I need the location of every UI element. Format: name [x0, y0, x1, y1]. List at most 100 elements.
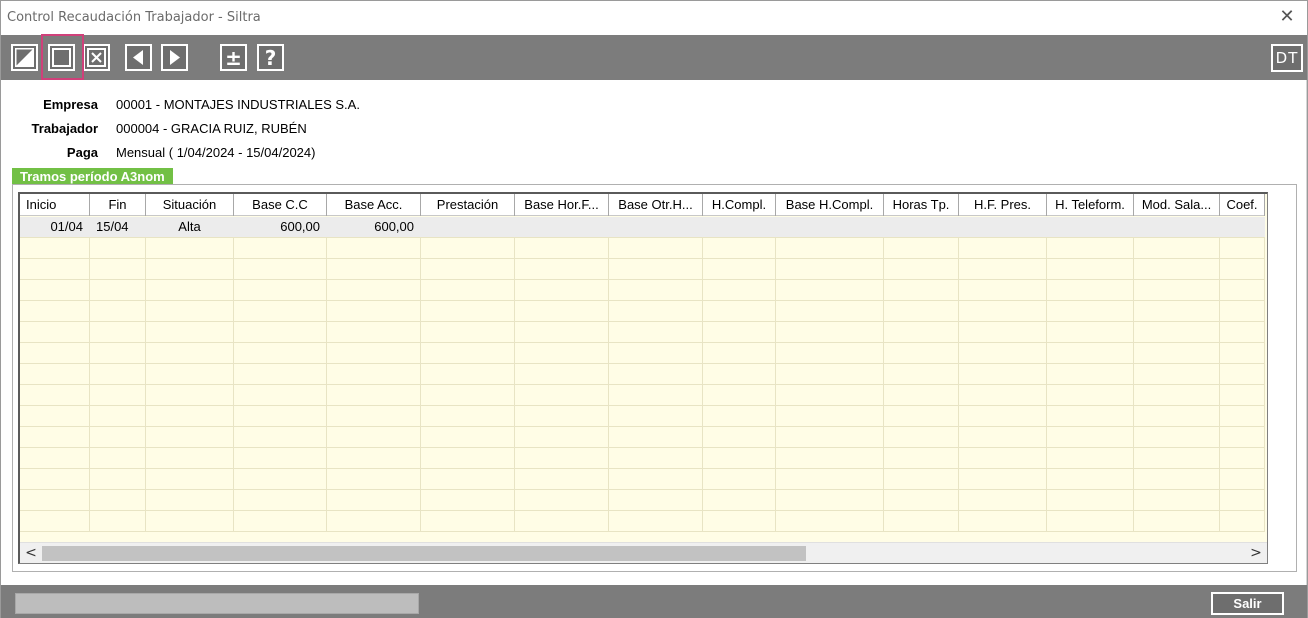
table-row[interactable]	[20, 469, 1265, 490]
table-cell[interactable]	[884, 217, 959, 237]
table-cell[interactable]	[776, 322, 884, 342]
table-cell[interactable]	[703, 238, 776, 258]
table-cell[interactable]	[234, 280, 327, 300]
table-cell[interactable]	[515, 301, 609, 321]
column-header[interactable]: Base Otr.H...	[609, 194, 703, 216]
table-row[interactable]	[20, 490, 1265, 511]
tramos-grid[interactable]: Inicio Fin Situación Base C.C Base Acc. Prest…	[18, 192, 1268, 564]
table-cell[interactable]	[609, 427, 703, 447]
table-cell[interactable]	[90, 427, 146, 447]
table-cell[interactable]	[884, 511, 959, 531]
table-cell[interactable]	[20, 259, 90, 279]
table-cell[interactable]	[1134, 238, 1220, 258]
table-cell[interactable]	[421, 217, 515, 237]
table-cell[interactable]	[20, 364, 90, 384]
column-header[interactable]: Fin	[90, 194, 146, 216]
column-header[interactable]: Base Hor.F...	[515, 194, 609, 216]
table-cell[interactable]	[327, 511, 421, 531]
table-cell[interactable]	[90, 238, 146, 258]
table-cell[interactable]	[234, 406, 327, 426]
table-cell[interactable]	[1134, 385, 1220, 405]
table-cell[interactable]	[327, 259, 421, 279]
table-cell[interactable]	[20, 511, 90, 531]
table-cell[interactable]	[1047, 238, 1134, 258]
column-header[interactable]: Inicio	[20, 194, 90, 216]
table-row[interactable]	[20, 511, 1265, 532]
table-cell[interactable]	[515, 406, 609, 426]
table-cell[interactable]	[1220, 343, 1265, 363]
table-cell[interactable]	[884, 469, 959, 489]
table-cell[interactable]	[703, 406, 776, 426]
table-cell[interactable]	[776, 280, 884, 300]
table-cell[interactable]	[1134, 427, 1220, 447]
table-cell[interactable]	[1047, 448, 1134, 468]
table-cell[interactable]	[421, 238, 515, 258]
table-cell[interactable]	[421, 322, 515, 342]
table-cell[interactable]	[776, 490, 884, 510]
table-row[interactable]	[20, 343, 1265, 364]
table-cell[interactable]	[703, 364, 776, 384]
plus-minus-button[interactable]: ±	[220, 44, 247, 71]
horizontal-scrollbar[interactable]: < >	[20, 542, 1267, 563]
table-cell[interactable]	[234, 238, 327, 258]
table-cell[interactable]	[20, 406, 90, 426]
table-cell[interactable]	[1220, 280, 1265, 300]
table-cell[interactable]	[327, 301, 421, 321]
table-cell[interactable]	[515, 511, 609, 531]
table-cell[interactable]	[959, 259, 1047, 279]
table-cell[interactable]	[959, 511, 1047, 531]
table-cell[interactable]	[703, 217, 776, 237]
table-cell[interactable]	[609, 259, 703, 279]
table-cell[interactable]	[1220, 364, 1265, 384]
table-cell[interactable]	[1134, 343, 1220, 363]
scroll-thumb[interactable]	[42, 546, 806, 561]
table-cell[interactable]	[421, 469, 515, 489]
table-cell[interactable]	[515, 469, 609, 489]
table-row[interactable]	[20, 406, 1265, 427]
table-cell[interactable]	[884, 343, 959, 363]
table-cell[interactable]	[884, 448, 959, 468]
table-row[interactable]	[20, 385, 1265, 406]
table-cell[interactable]	[1220, 448, 1265, 468]
table-cell[interactable]	[90, 385, 146, 405]
new-record-button[interactable]	[48, 44, 75, 71]
table-cell[interactable]	[1220, 511, 1265, 531]
table-cell[interactable]	[609, 217, 703, 237]
table-cell[interactable]	[90, 259, 146, 279]
table-cell[interactable]	[515, 259, 609, 279]
column-header[interactable]: Base Acc.	[327, 194, 421, 216]
help-button[interactable]: ?	[257, 44, 284, 71]
table-cell[interactable]	[327, 385, 421, 405]
table-cell[interactable]	[1047, 427, 1134, 447]
table-row[interactable]	[20, 238, 1265, 259]
table-cell[interactable]	[609, 469, 703, 489]
table-cell[interactable]	[515, 217, 609, 237]
table-cell[interactable]	[146, 301, 234, 321]
table-cell[interactable]	[20, 427, 90, 447]
table-cell[interactable]	[515, 427, 609, 447]
table-cell[interactable]	[1220, 385, 1265, 405]
table-cell[interactable]	[146, 238, 234, 258]
table-cell[interactable]: 600,00	[327, 217, 421, 237]
table-cell[interactable]	[1220, 469, 1265, 489]
table-cell[interactable]	[609, 238, 703, 258]
table-cell[interactable]	[90, 364, 146, 384]
table-cell[interactable]	[327, 469, 421, 489]
table-cell[interactable]	[234, 259, 327, 279]
dt-button[interactable]: DT	[1271, 44, 1303, 72]
table-row[interactable]	[20, 364, 1265, 385]
table-cell[interactable]	[1220, 238, 1265, 258]
table-cell[interactable]	[421, 364, 515, 384]
table-cell[interactable]	[703, 490, 776, 510]
table-cell[interactable]: Alta	[146, 217, 234, 237]
table-cell[interactable]	[703, 343, 776, 363]
table-cell[interactable]	[776, 385, 884, 405]
table-cell[interactable]	[609, 385, 703, 405]
table-cell[interactable]	[1047, 343, 1134, 363]
table-cell[interactable]	[515, 490, 609, 510]
table-row[interactable]	[20, 259, 1265, 280]
table-cell[interactable]	[234, 490, 327, 510]
table-cell[interactable]	[1134, 469, 1220, 489]
table-cell[interactable]	[146, 385, 234, 405]
table-cell[interactable]	[1047, 469, 1134, 489]
